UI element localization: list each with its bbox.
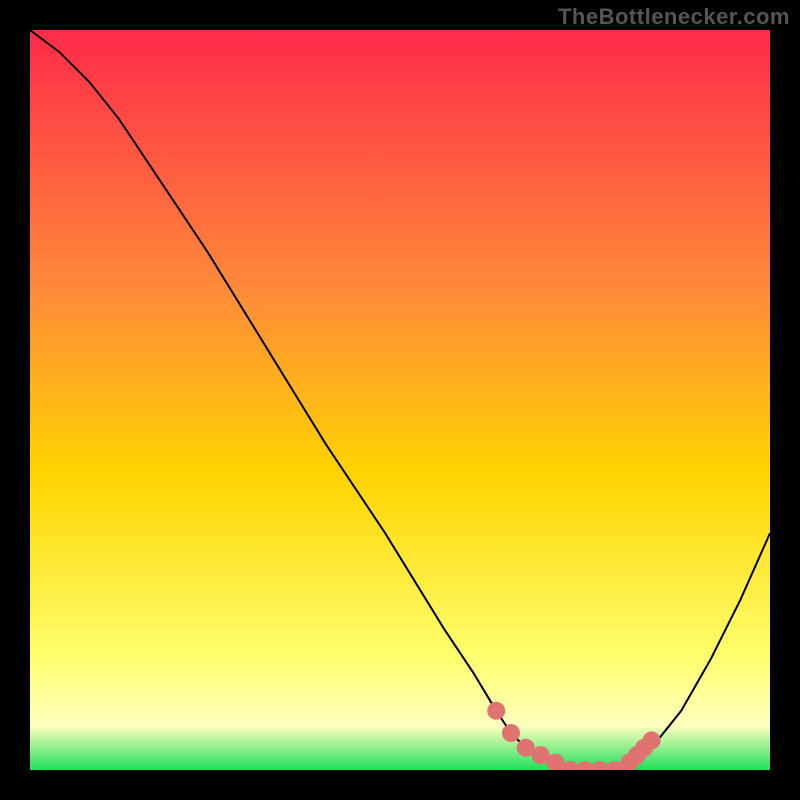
sweet-spot-marker [643,731,661,749]
watermark-text: TheBottlenecker.com [558,4,790,30]
chart-frame: TheBottlenecker.com [0,0,800,800]
sweet-spot-marker [502,724,520,742]
chart-svg [30,30,770,770]
sweet-spot-marker [487,702,505,720]
gradient-background [30,30,770,770]
